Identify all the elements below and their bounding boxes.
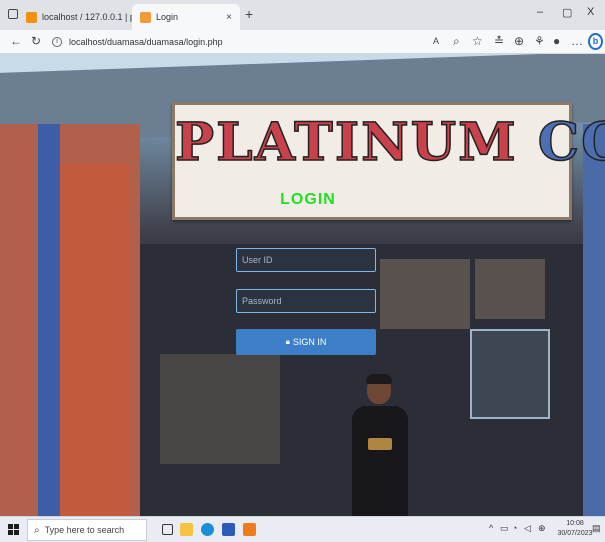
tab-label: Login xyxy=(156,12,179,22)
clock-date: 30/07/2023 xyxy=(557,530,593,537)
shelf xyxy=(475,259,545,319)
signin-button[interactable]: 🔒︎ SIGN IN xyxy=(236,329,376,355)
login-title: LOGIN xyxy=(280,191,336,208)
site-info-icon[interactable]: i xyxy=(52,37,62,47)
file-explorer-icon[interactable] xyxy=(180,523,193,536)
tab-actions-icon[interactable] xyxy=(8,9,18,19)
windows-taskbar: ⌕ Type here to search ^ ▭ ◔ ◁ ⊕ 10:08 30… xyxy=(0,516,605,542)
volume-icon[interactable]: ◁ xyxy=(524,523,531,534)
address-bar[interactable]: i localhost/duamasa/duamasa/login.php xyxy=(52,33,412,51)
battery-icon[interactable]: ▭ xyxy=(500,523,509,534)
bing-copilot-icon[interactable]: b xyxy=(588,33,603,50)
right-pillar xyxy=(583,124,605,516)
profile-icon[interactable]: ● xyxy=(553,34,560,48)
display-cabinet xyxy=(470,329,550,419)
tab-login[interactable]: Login × xyxy=(132,4,240,30)
userid-input[interactable] xyxy=(236,248,376,272)
taskbar-clock[interactable]: 10:08 30/07/2023 xyxy=(557,519,593,539)
extensions-icon[interactable]: ⚘ xyxy=(534,34,545,48)
person-photo xyxy=(350,374,410,516)
search-icon: ⌕ xyxy=(34,524,40,536)
favorites-list-icon[interactable]: ≛ xyxy=(494,34,504,48)
shelf xyxy=(160,354,280,464)
search-placeholder: Type here to search xyxy=(44,525,125,535)
show-hidden-icons[interactable]: ^ xyxy=(489,523,493,533)
tab-label: localhost / 127.0.0.1 | phpMyAd xyxy=(42,12,134,22)
network-icon[interactable]: ◔ xyxy=(512,523,517,533)
browser-toolbar: ← ↻ i localhost/duamasa/duamasa/login.ph… xyxy=(0,30,605,54)
close-window-button[interactable]: X xyxy=(587,6,594,18)
collections-icon[interactable]: ⊕ xyxy=(514,34,524,48)
password-input[interactable] xyxy=(236,289,376,313)
red-wall xyxy=(60,164,130,516)
tab-phpmyadmin[interactable]: localhost / 127.0.0.1 | phpMyAd × xyxy=(26,4,134,30)
signin-label: SIGN IN xyxy=(292,337,327,347)
sign-word-1: PLATINUM xyxy=(174,112,518,173)
windows-start-icon[interactable] xyxy=(8,524,19,535)
person-body xyxy=(352,406,408,516)
login-page: PLATINUM COMPUTER LOGIN 🔒︎ SIGN IN xyxy=(0,54,605,516)
language-icon[interactable]: ⊕ xyxy=(538,523,546,534)
blue-pillar xyxy=(38,124,60,516)
reload-icon[interactable]: ↻ xyxy=(31,34,41,48)
maximize-button[interactable]: ▢ xyxy=(562,6,572,19)
clock-time: 10:08 xyxy=(566,520,584,527)
xampp-icon[interactable] xyxy=(243,523,256,536)
notifications-icon[interactable]: ▤ xyxy=(592,523,601,534)
task-view-icon[interactable] xyxy=(162,524,173,535)
shelf xyxy=(380,259,470,329)
close-tab-icon[interactable]: × xyxy=(226,12,232,23)
new-tab-button[interactable]: + xyxy=(245,6,253,22)
url-text: localhost/duamasa/duamasa/login.php xyxy=(69,37,223,47)
sign-word-2: COMPUTER xyxy=(537,112,605,173)
edge-icon[interactable] xyxy=(201,523,214,536)
more-menu-icon[interactable]: … xyxy=(571,34,583,48)
person-hair xyxy=(366,374,392,384)
shirt-print xyxy=(368,438,392,450)
read-aloud-icon[interactable]: A xyxy=(433,36,439,46)
login-page-icon xyxy=(140,11,151,23)
browser-tab-strip: localhost / 127.0.0.1 | phpMyAd × Login … xyxy=(0,0,605,30)
phpmyadmin-icon xyxy=(26,11,37,23)
favorite-star-icon[interactable]: ☆ xyxy=(472,34,483,48)
minimize-button[interactable]: – xyxy=(537,6,543,18)
taskbar-search[interactable]: ⌕ Type here to search xyxy=(27,519,147,541)
signboard-text: PLATINUM COMPUTER xyxy=(174,112,605,173)
lock-icon: 🔒︎ xyxy=(285,337,290,346)
word-icon[interactable] xyxy=(222,523,235,536)
back-arrow-icon[interactable]: ← xyxy=(10,34,22,48)
zoom-icon[interactable]: ⌕ xyxy=(453,34,460,49)
